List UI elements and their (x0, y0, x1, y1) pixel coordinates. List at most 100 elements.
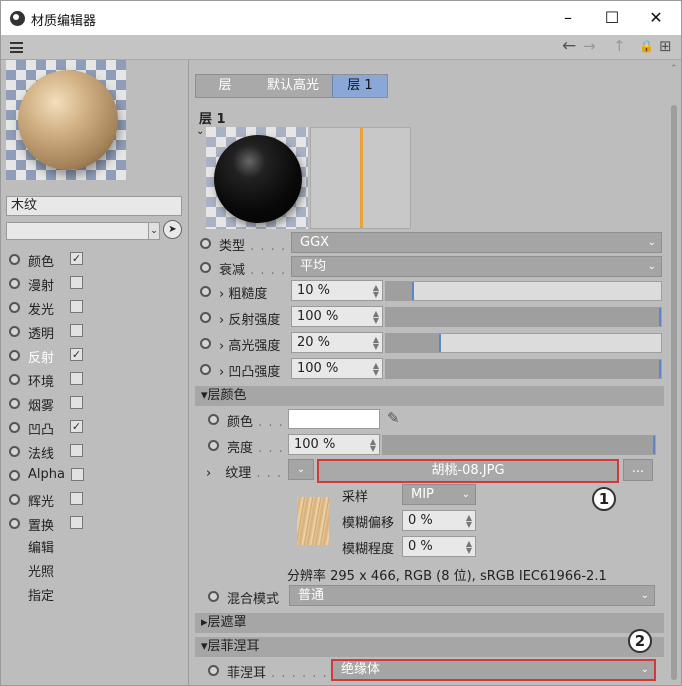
channel-checkbox[interactable]: ✓ (70, 348, 83, 361)
assign-link[interactable]: 指定 (28, 585, 54, 604)
chevron-down-icon: ⌄ (461, 489, 470, 500)
material-combo-field[interactable] (6, 222, 160, 240)
spinner-icon[interactable]: ▲ ▼ (373, 284, 379, 299)
color-swatch[interactable] (288, 409, 380, 429)
channel-fog[interactable]: 烟雾 (9, 393, 187, 414)
channel-glow[interactable]: 辉光 (9, 489, 187, 510)
specular-strength-slider[interactable] (385, 333, 662, 353)
spinner-icon[interactable]: ▲ ▼ (373, 362, 379, 377)
hamburger-menu-icon[interactable] (10, 42, 23, 53)
channel-checkbox[interactable] (70, 444, 83, 457)
spinner-icon[interactable]: ▲ ▼ (466, 514, 472, 529)
bump-strength-input[interactable]: 100 % ▲ ▼ (291, 358, 383, 379)
channel-normal[interactable]: 法线 (9, 441, 187, 462)
radio-icon[interactable] (208, 591, 219, 602)
radio-icon[interactable] (208, 440, 219, 451)
material-name-field[interactable]: 木纹 (6, 196, 182, 216)
radio-icon[interactable] (200, 364, 211, 375)
tab-layer[interactable]: 层 (196, 75, 254, 97)
spinner-icon[interactable]: ▲ ▼ (373, 336, 379, 351)
channel-alpha[interactable]: Alpha (9, 465, 187, 485)
radio-icon[interactable] (200, 338, 211, 349)
blend-mode-dropdown[interactable]: 普通 ⌄ (289, 585, 655, 606)
up-arrow-icon[interactable]: ↑ (613, 37, 626, 55)
section-layer-color[interactable]: ▾层颜色 (195, 386, 664, 406)
radio-icon[interactable] (200, 238, 211, 249)
tab-layer-1[interactable]: 层 1 (332, 75, 387, 97)
slider-knob[interactable] (659, 360, 661, 378)
texture-menu-button[interactable]: ⌄ (288, 459, 314, 480)
channel-transparency[interactable]: 透明 (9, 321, 187, 342)
radio-icon[interactable] (208, 665, 219, 676)
attenuation-dropdown[interactable]: 平均 ⌄ (291, 256, 662, 277)
slider-knob[interactable] (653, 436, 655, 454)
chevron-down-icon[interactable]: ⌄ (148, 222, 160, 240)
channel-checkbox[interactable] (70, 396, 83, 409)
brightness-slider[interactable] (382, 435, 656, 455)
close-button[interactable]: ✕ (634, 5, 678, 31)
channel-reflectance[interactable]: 反射 ✓ (9, 345, 187, 366)
slider-knob[interactable] (411, 282, 414, 300)
channel-diffusion[interactable]: 漫射 (9, 273, 187, 294)
channel-checkbox[interactable] (70, 372, 83, 385)
scroll-thumb[interactable] (671, 105, 677, 680)
material-preview[interactable] (6, 60, 126, 180)
radio-icon[interactable] (200, 286, 211, 297)
scroll-up-icon[interactable]: ⌃ (670, 64, 678, 74)
channel-checkbox[interactable] (70, 300, 83, 313)
material-editor-window: 材质编辑器 – ☐ ✕ ← → ↑ 🔒 ⊞ 木纹 ⌄ ➤ 颜色 ✓ 漫射 发光 透… (0, 0, 682, 686)
roughness-slider[interactable] (385, 281, 662, 301)
minimize-button[interactable]: – (546, 5, 590, 31)
radio-icon[interactable] (208, 414, 219, 425)
section-layer-mask[interactable]: ▸层遮罩 (195, 613, 664, 633)
pick-arrow-icon[interactable]: ➤ (163, 220, 182, 239)
back-arrow-icon[interactable]: ← (562, 36, 576, 56)
reflect-strength-slider[interactable] (385, 307, 662, 327)
radio-icon[interactable] (200, 312, 211, 323)
channel-environment[interactable]: 环境 (9, 369, 187, 390)
chevron-down-icon: ⌄ (640, 590, 649, 601)
channel-checkbox[interactable] (70, 492, 83, 505)
channel-displacement[interactable]: 置换 (9, 513, 187, 534)
tab-default-specular[interactable]: 默认高光 (254, 75, 332, 97)
sampling-dropdown[interactable]: MIP ⌄ (402, 484, 476, 505)
brightness-input[interactable]: 100 % ▲ ▼ (288, 434, 380, 455)
channel-luminance[interactable]: 发光 (9, 297, 187, 318)
illumination-link[interactable]: 光照 (28, 561, 54, 580)
lock-icon[interactable]: 🔒 (639, 39, 654, 53)
channel-color[interactable]: 颜色 ✓ (9, 249, 187, 270)
channel-checkbox[interactable] (71, 468, 84, 481)
edit-link[interactable]: 编辑 (28, 537, 54, 556)
channel-checkbox[interactable] (70, 276, 83, 289)
slider-knob[interactable] (659, 308, 661, 326)
slider-knob[interactable] (439, 334, 441, 352)
radio-icon (9, 446, 20, 457)
radio-icon[interactable] (200, 262, 211, 273)
blur-amount-input[interactable]: 0 % ▲ ▼ (402, 536, 476, 557)
texture-file-field[interactable]: 胡桃-08.JPG (317, 459, 619, 483)
spinner-icon[interactable]: ▲ ▼ (466, 540, 472, 555)
reflect-strength-input[interactable]: 100 % ▲ ▼ (291, 306, 383, 327)
forward-arrow-icon[interactable]: → (583, 37, 596, 55)
bump-strength-slider[interactable] (385, 359, 662, 379)
blur-offset-input[interactable]: 0 % ▲ ▼ (402, 510, 476, 531)
chevron-down-icon: ⌄ (647, 261, 656, 272)
eyedropper-icon[interactable]: ✎ (387, 409, 407, 429)
new-view-icon[interactable]: ⊞ (659, 37, 672, 55)
vertical-scrollbar[interactable]: ⌃ (668, 60, 681, 685)
section-layer-fresnel[interactable]: ▾层菲涅耳 (195, 637, 664, 657)
collapse-chevron-icon[interactable]: ⌄ (196, 126, 204, 137)
spinner-icon[interactable]: ▲ ▼ (373, 310, 379, 325)
type-dropdown[interactable]: GGX ⌄ (291, 232, 662, 253)
channel-bump[interactable]: 凹凸 ✓ (9, 417, 187, 438)
channel-checkbox[interactable] (70, 324, 83, 337)
maximize-button[interactable]: ☐ (590, 5, 634, 31)
texture-browse-button[interactable]: ... (623, 459, 653, 481)
channel-checkbox[interactable]: ✓ (70, 420, 83, 433)
fresnel-dropdown[interactable]: 绝缘体 ⌄ (331, 659, 656, 681)
roughness-input[interactable]: 10 % ▲ ▼ (291, 280, 383, 301)
channel-checkbox[interactable]: ✓ (70, 252, 83, 265)
specular-strength-input[interactable]: 20 % ▲ ▼ (291, 332, 383, 353)
channel-checkbox[interactable] (70, 516, 83, 529)
spinner-icon[interactable]: ▲ ▼ (370, 438, 376, 453)
